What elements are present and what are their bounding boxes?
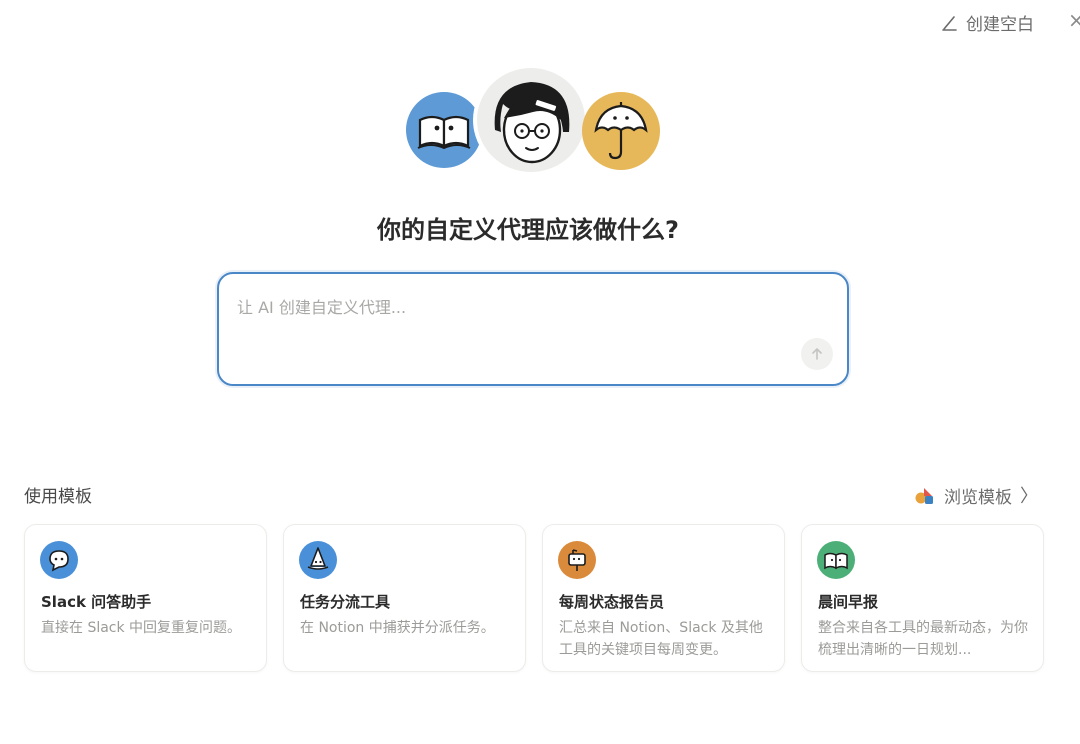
agent-prompt-input[interactable] [237,294,797,354]
template-cards: Slack 问答助手 直接在 Slack 中回复重复问题。 任务分流工具 在 N… [24,524,1044,672]
template-card-weekly-status[interactable]: 每周状态报告员 汇总来自 Notion、Slack 及其他工具的关键项目每周变更… [542,524,785,672]
browse-templates-link[interactable]: 浏览模板 〉 [914,482,1038,508]
browse-templates-label: 浏览模板 [944,487,1012,508]
chevron-right-icon: 〉 [1020,486,1038,507]
template-title: 晨间早报 [818,593,879,611]
template-description: 直接在 Slack 中回复重复问题。 [41,620,242,636]
pencil-icon [942,15,957,31]
close-button[interactable]: × [1068,8,1080,32]
speech-bubble-icon [40,541,78,579]
send-button[interactable] [801,338,833,370]
create-blank-label: 创建空白 [966,15,1034,35]
custom-agent-page: 创建空白 × 你的自定义代理应该做什么? 让 AI 创建自定义代理... 使用模… [0,0,1080,744]
template-title: 任务分流工具 [300,593,391,611]
template-title: 每周状态报告员 [559,593,665,611]
gallery-logo-icon [915,488,933,504]
avatar-group [0,64,1080,176]
arrow-up-icon [812,348,822,360]
template-description: 在 Notion 中捕获并分派任务。 [300,620,495,636]
template-card-task-triage[interactable]: 任务分流工具 在 Notion 中捕获并分派任务。 [283,524,526,672]
template-description: 整合来自各工具的最新动态，为你梳理出清晰的一日规划... [818,620,1028,658]
face-avatar-icon [473,64,589,176]
template-card-slack-qa[interactable]: Slack 问答助手 直接在 Slack 中回复重复问题。 [24,524,267,672]
template-description: 汇总来自 Notion、Slack 及其他工具的关键项目每周变更。 [559,620,763,658]
templates-section-title: 使用模板 [24,487,92,507]
agent-prompt-box [217,272,849,386]
open-book-icon [817,541,855,579]
witch-hat-icon [299,541,337,579]
umbrella-avatar-icon [582,92,660,170]
book-avatar-icon [406,92,482,168]
template-card-morning-brief[interactable]: 晨间早报 整合来自各工具的最新动态，为你梳理出清晰的一日规划... [801,524,1044,672]
page-title: 你的自定义代理应该做什么? [377,216,679,244]
mailbox-icon [558,541,596,579]
template-title: Slack 问答助手 [41,593,152,611]
create-blank-button[interactable]: 创建空白 [940,10,1034,35]
